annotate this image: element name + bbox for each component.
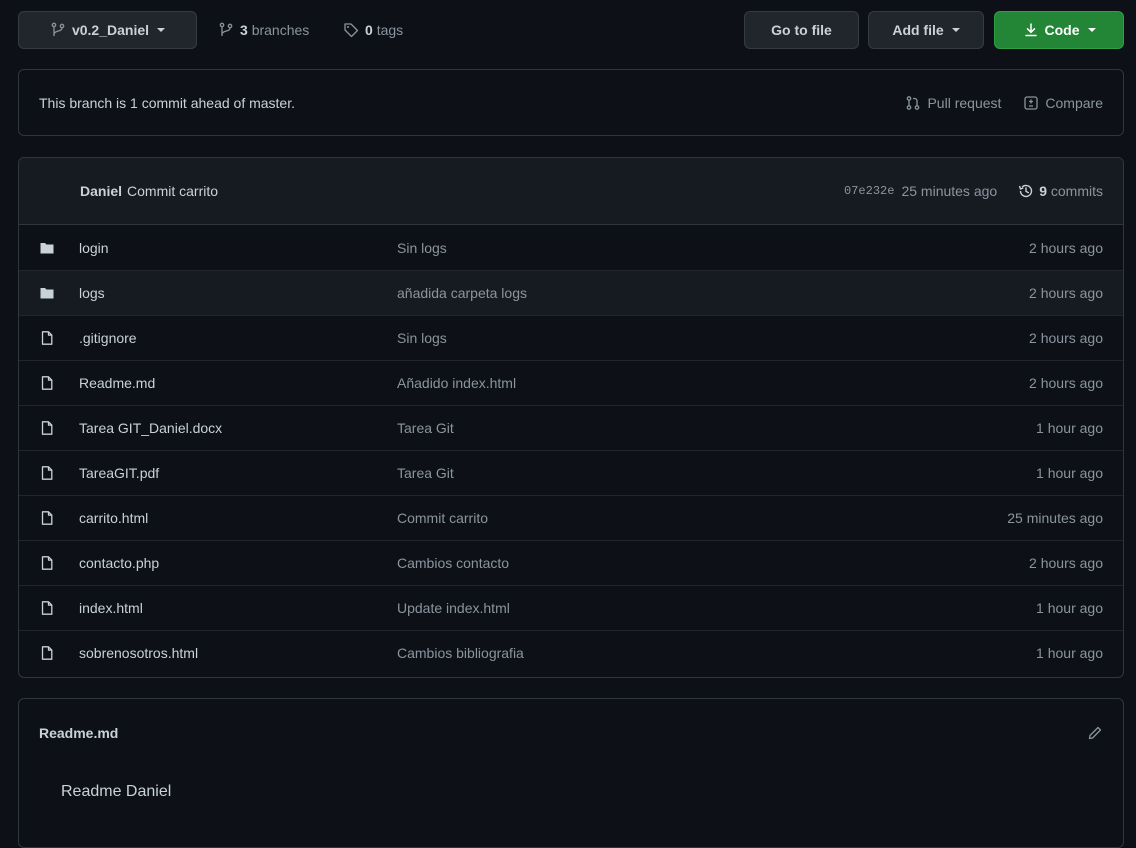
compare-link[interactable]: Compare <box>1023 95 1103 111</box>
file-commit-message-link[interactable]: Cambios bibliografia <box>397 645 1036 661</box>
file-commit-age: 2 hours ago <box>1029 375 1103 391</box>
file-row[interactable]: TareaGIT.pdf Tarea Git 1 hour ago <box>19 450 1123 495</box>
file-list: login Sin logs 2 hours ago logs añadida carp… <box>19 225 1123 675</box>
readme-panel: Readme.md Readme Daniel <box>18 698 1124 848</box>
add-file-button[interactable]: Add file <box>868 11 984 49</box>
tags-link[interactable]: 0 tags <box>343 11 403 49</box>
file-icon <box>19 465 79 481</box>
file-row[interactable]: logs añadida carpeta logs 2 hours ago <box>19 270 1123 315</box>
branch-status-box: This branch is 1 commit ahead of master.… <box>18 69 1124 136</box>
file-commit-message-link[interactable]: Tarea Git <box>397 465 1036 481</box>
history-icon <box>1018 183 1034 199</box>
file-commit-message-link[interactable]: Update index.html <box>397 600 1036 616</box>
compare-label: Compare <box>1045 94 1103 111</box>
code-label: Code <box>1044 22 1080 38</box>
file-name-link[interactable]: .gitignore <box>79 330 397 346</box>
chevron-down-icon <box>951 28 960 32</box>
git-branch-icon <box>218 22 234 38</box>
file-row[interactable]: Readme.md Añadido index.html 2 hours ago <box>19 360 1123 405</box>
add-file-label: Add file <box>892 22 944 38</box>
readme-content: Readme Daniel <box>61 783 172 800</box>
file-commit-message-link[interactable]: Tarea Git <box>397 420 1036 436</box>
code-button[interactable]: Code <box>994 11 1124 49</box>
readme-title[interactable]: Readme.md <box>39 725 118 741</box>
file-commit-age: 2 hours ago <box>1029 555 1103 571</box>
file-commit-age: 1 hour ago <box>1036 465 1103 481</box>
branch-name: v0.2_Daniel <box>71 22 150 38</box>
file-icon <box>19 510 79 526</box>
file-name-link[interactable]: sobrenosotros.html <box>79 645 397 661</box>
file-commit-message-link[interactable]: Commit carrito <box>397 510 1007 526</box>
branches-count: 3 <box>240 22 248 38</box>
file-icon <box>19 555 79 571</box>
file-row[interactable]: login Sin logs 2 hours ago <box>19 225 1123 270</box>
file-commit-message-link[interactable]: Sin logs <box>397 240 1029 256</box>
chevron-down-icon <box>157 28 166 32</box>
file-name-link[interactable]: login <box>79 240 397 256</box>
file-name-link[interactable]: index.html <box>79 600 397 616</box>
file-icon <box>19 645 79 661</box>
file-icon <box>19 330 79 346</box>
pencil-icon[interactable] <box>1087 725 1103 741</box>
tags-label: tags <box>376 22 404 38</box>
file-commit-age: 2 hours ago <box>1029 239 1103 256</box>
compare-icon <box>1023 95 1039 111</box>
pull-request-label: Pull request <box>927 94 1002 111</box>
file-row[interactable]: carrito.html Commit carrito 25 minutes ago <box>19 495 1123 540</box>
branches-link[interactable]: 3 branches <box>218 11 309 49</box>
commit-age: 25 minutes ago <box>901 183 998 199</box>
folder-icon <box>19 285 79 301</box>
file-row[interactable]: contacto.php Cambios contacto 2 hours ago <box>19 540 1123 585</box>
file-name-link[interactable]: carrito.html <box>79 510 397 526</box>
file-commit-message-link[interactable]: Añadido index.html <box>397 375 1029 391</box>
file-row[interactable]: Tarea GIT_Daniel.docx Tarea Git 1 hour ago <box>19 405 1123 450</box>
readme-header: Readme.md <box>19 699 1123 766</box>
file-icon <box>19 420 79 436</box>
branch-ahead-text: This branch is 1 commit ahead of master. <box>39 94 295 111</box>
folder-icon <box>19 240 79 256</box>
file-commit-age: 2 hours ago <box>1029 285 1103 301</box>
file-name-link[interactable]: TareaGIT.pdf <box>79 465 397 481</box>
file-name-link[interactable]: contacto.php <box>79 555 397 571</box>
commit-sha[interactable]: 07e232e <box>844 184 894 198</box>
file-commit-message-link[interactable]: añadida carpeta logs <box>397 285 1029 301</box>
file-row[interactable]: index.html Update index.html 1 hour ago <box>19 585 1123 630</box>
file-name-link[interactable]: Readme.md <box>79 375 397 391</box>
commits-count: 9 <box>1039 183 1047 199</box>
branches-label: branches <box>251 22 310 38</box>
branch-select-button[interactable]: v0.2_Daniel <box>18 11 197 49</box>
git-branch-icon <box>50 22 66 38</box>
go-to-file-label: Go to file <box>771 22 832 38</box>
download-icon <box>1023 22 1039 38</box>
file-row[interactable]: sobrenosotros.html Cambios bibliografia 1 … <box>19 630 1123 675</box>
go-to-file-button[interactable]: Go to file <box>744 11 859 49</box>
file-name-link[interactable]: logs <box>79 285 397 301</box>
pull-request-link[interactable]: Pull request <box>905 95 1001 111</box>
file-browser: Daniel Commit carrito 07e232e 25 minutes… <box>18 157 1124 678</box>
file-icon <box>19 375 79 391</box>
file-commit-message-link[interactable]: Sin logs <box>397 330 1029 346</box>
latest-commit-header: Daniel Commit carrito 07e232e 25 minutes… <box>19 158 1123 225</box>
commit-author[interactable]: Daniel <box>80 183 122 199</box>
file-commit-age: 2 hours ago <box>1029 330 1103 346</box>
file-row[interactable]: .gitignore Sin logs 2 hours ago <box>19 315 1123 360</box>
file-icon <box>19 600 79 616</box>
chevron-down-icon <box>1087 28 1096 32</box>
file-commit-message-link[interactable]: Cambios contacto <box>397 555 1029 571</box>
tag-icon <box>343 22 359 38</box>
file-commit-age: 1 hour ago <box>1036 600 1103 616</box>
commit-message[interactable]: Commit carrito <box>127 183 218 199</box>
tags-count: 0 <box>365 22 373 38</box>
file-commit-age: 1 hour ago <box>1036 420 1103 436</box>
file-name-link[interactable]: Tarea GIT_Daniel.docx <box>79 420 397 436</box>
file-commit-age: 25 minutes ago <box>1007 510 1103 526</box>
file-commit-age: 1 hour ago <box>1036 645 1103 661</box>
commits-history-link[interactable]: 9 commits <box>1018 183 1103 199</box>
pull-request-icon <box>905 95 921 111</box>
commits-label: commits <box>1050 183 1103 199</box>
